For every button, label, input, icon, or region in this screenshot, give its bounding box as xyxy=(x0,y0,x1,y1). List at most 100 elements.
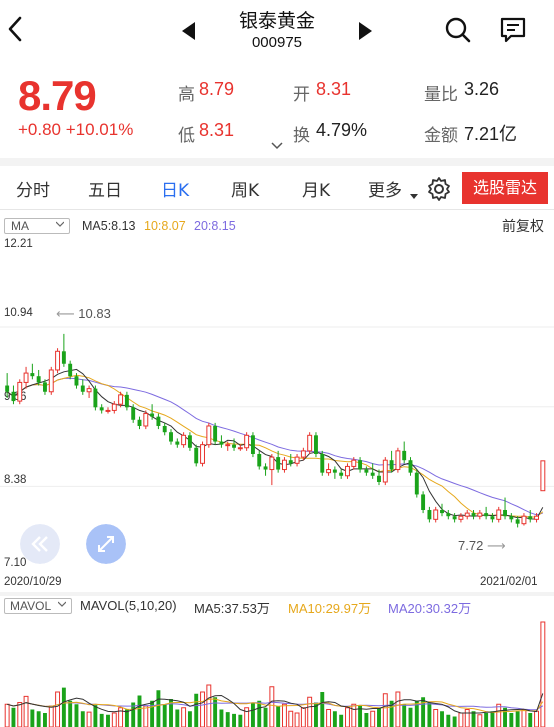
start-date: 2020/10/29 xyxy=(4,576,62,588)
candle xyxy=(421,491,426,514)
ma-select-label: MA xyxy=(11,219,29,233)
candle xyxy=(452,513,457,523)
volume-bar xyxy=(257,700,262,727)
candle xyxy=(484,506,489,520)
right-arrow-icon: ⟶ xyxy=(486,538,506,553)
candle xyxy=(408,457,413,476)
volume-bar xyxy=(150,700,155,727)
candle xyxy=(294,453,300,467)
volume-bar xyxy=(446,714,451,727)
volume-bar xyxy=(490,711,495,727)
volume-bar xyxy=(452,716,457,727)
stock-title-switcher: 银泰黄金 000975 xyxy=(170,4,384,56)
volume-bar xyxy=(263,707,268,727)
end-date: 2021/02/01 xyxy=(480,576,538,588)
fullscreen-icon[interactable] xyxy=(86,524,126,564)
candle xyxy=(61,333,66,367)
candle xyxy=(364,466,369,476)
candle xyxy=(496,506,502,523)
volume-bar xyxy=(111,712,117,727)
volume-bar xyxy=(528,713,533,727)
tab-daily-k[interactable]: 日K xyxy=(161,176,189,201)
volume-indicator-select[interactable]: MAVOL xyxy=(4,598,72,614)
candlestick-chart[interactable] xyxy=(0,236,554,570)
volume-bar xyxy=(382,693,388,727)
volume-bar xyxy=(219,709,224,727)
back-icon[interactable] xyxy=(4,14,28,44)
volume-bar xyxy=(509,713,514,727)
volume-bar xyxy=(206,684,212,727)
candle xyxy=(206,422,212,448)
volume-bar xyxy=(471,711,476,727)
tab-intraday[interactable]: 分时 xyxy=(16,176,50,201)
message-icon[interactable] xyxy=(499,16,527,44)
volume-bar xyxy=(484,713,489,727)
quote-panel: 8.79 +0.80 +10.01% 高 8.79 低 8.31 开 8.31 … xyxy=(0,62,554,158)
turnover-value: 4.79% xyxy=(316,120,368,140)
volume-bar xyxy=(80,711,85,727)
tab-more[interactable]: 更多 xyxy=(368,176,402,201)
candle xyxy=(382,457,388,486)
candle xyxy=(509,513,514,523)
low-price-annotation: 7.72 ⟶ xyxy=(458,538,506,553)
volume-bar xyxy=(496,703,502,727)
search-icon[interactable] xyxy=(444,16,472,44)
chevron-down-icon xyxy=(58,601,66,607)
turnover-label: 换 xyxy=(293,126,310,146)
candle xyxy=(464,509,470,520)
stock-code: 000975 xyxy=(251,34,303,51)
tab-five-day[interactable]: 五日 xyxy=(88,176,122,201)
candle xyxy=(314,432,318,458)
chevron-down-icon xyxy=(56,221,64,227)
ma5-value: MA5:8.13 xyxy=(82,219,136,233)
candle xyxy=(99,404,104,414)
candle xyxy=(48,366,54,395)
gear-icon[interactable] xyxy=(426,176,452,202)
stock-radar-button[interactable]: 选股雷达 xyxy=(462,172,548,204)
candle xyxy=(86,385,92,398)
volume-bar xyxy=(43,713,47,727)
candle xyxy=(93,385,98,411)
candle xyxy=(440,503,444,517)
price-change: +0.80 +10.01% xyxy=(18,120,134,139)
candle xyxy=(326,463,332,476)
next-stock-icon[interactable] xyxy=(359,22,372,40)
left-arrow-icon: ⟵ xyxy=(56,306,75,321)
volume-bar xyxy=(61,687,66,727)
adjust-mode-toggle[interactable]: 前复权 xyxy=(502,216,544,236)
ma-indicator-select[interactable]: MA xyxy=(4,218,70,234)
candle xyxy=(55,348,61,374)
amount-value: 7.21亿 xyxy=(464,124,518,144)
rewind-icon[interactable] xyxy=(20,524,60,564)
candle xyxy=(490,513,495,523)
volume-bar xyxy=(156,690,161,727)
section-divider xyxy=(0,592,554,596)
tab-monthly-k[interactable]: 月K xyxy=(302,176,330,201)
volume-bar xyxy=(200,691,205,727)
volume-bar xyxy=(238,714,243,727)
candle xyxy=(137,416,142,430)
volume-bar xyxy=(332,711,337,727)
volume-bar xyxy=(68,700,73,727)
volume-bar xyxy=(17,702,23,727)
volume-bar xyxy=(294,712,300,727)
volume-bar xyxy=(137,695,142,727)
candle xyxy=(124,391,129,411)
volume-bar xyxy=(36,711,41,727)
expand-icon[interactable] xyxy=(271,142,283,150)
volume-bar xyxy=(364,713,369,727)
candle xyxy=(477,509,483,520)
candle xyxy=(187,432,192,451)
high-label: 高 xyxy=(178,85,195,105)
candle xyxy=(332,466,337,479)
volume-chart[interactable] xyxy=(0,616,554,727)
volume-bar xyxy=(250,702,255,727)
volume-bar xyxy=(427,702,432,727)
mavol-ma20: MA20:30.32万 xyxy=(388,601,472,616)
volume-bar xyxy=(464,709,470,727)
top-nav-bar: 银泰黄金 000975 xyxy=(0,0,554,62)
last-price: 8.79 xyxy=(18,72,97,119)
candle xyxy=(446,509,451,520)
tab-weekly-k[interactable]: 周K xyxy=(231,176,259,201)
volume-bar xyxy=(281,703,287,727)
